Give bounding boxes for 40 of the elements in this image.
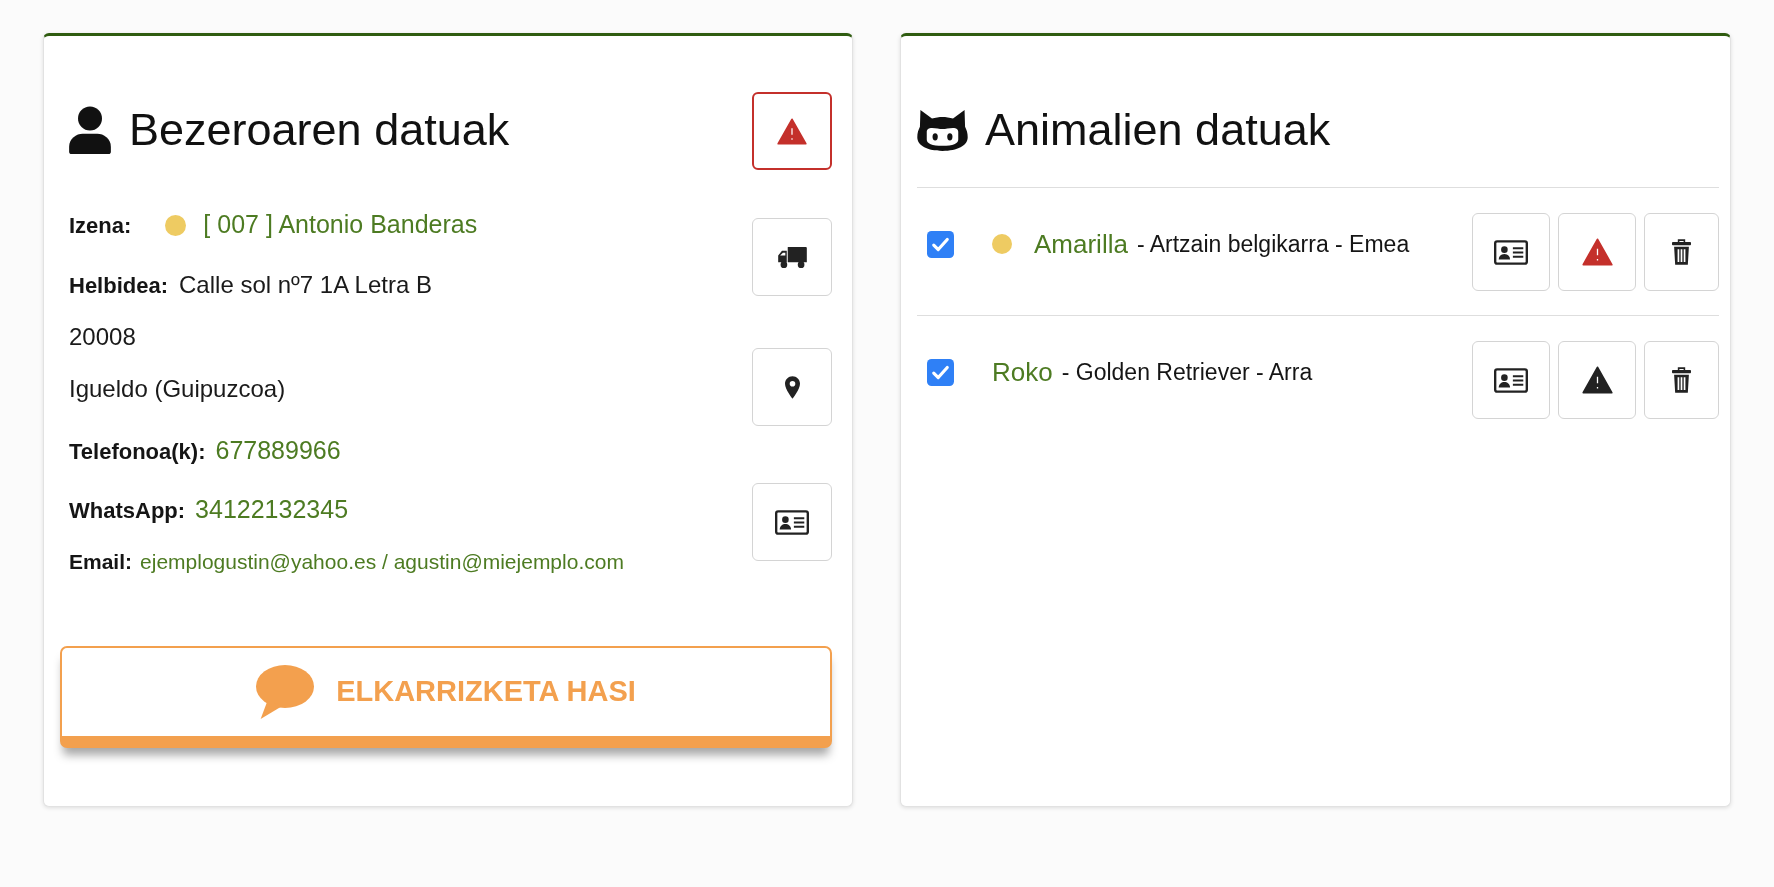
field-label: Telefonoa(k): xyxy=(69,437,206,466)
map-pin-icon xyxy=(784,375,800,399)
checkbox[interactable] xyxy=(927,358,954,386)
field-label: Izena: xyxy=(69,211,132,240)
id-card-icon xyxy=(1494,367,1528,393)
animal-details: - Golden Retriever - Arra xyxy=(1061,357,1313,387)
trash-icon xyxy=(1672,239,1691,265)
whatsapp-link[interactable]: 34122132345 xyxy=(195,491,349,529)
client-name-link[interactable]: [ 007 ] Antonio Banderas xyxy=(203,206,478,244)
card-title: Bezeroaren datuak xyxy=(129,107,510,152)
address-line: Calle sol nº7 1A Letra B xyxy=(179,270,432,300)
contact-card-button[interactable] xyxy=(752,483,832,561)
delivery-button[interactable] xyxy=(752,218,832,296)
field-label: Email: xyxy=(69,549,133,576)
address-line: 20008 xyxy=(69,322,136,352)
truck-icon xyxy=(777,246,807,268)
person-icon xyxy=(69,105,111,154)
chat-bubble-icon xyxy=(256,665,315,719)
animal-card-button[interactable] xyxy=(1472,341,1550,419)
field-label: WhatsApp: xyxy=(69,496,186,525)
delete-button[interactable] xyxy=(1644,213,1719,291)
trash-icon xyxy=(1672,367,1691,393)
animal-details: - Artzain belgikarra - Emea xyxy=(1136,229,1410,259)
phone-link[interactable]: 677889966 xyxy=(215,432,341,470)
alert-button[interactable] xyxy=(752,92,832,170)
cat-face-icon xyxy=(917,108,968,151)
animal-card-button[interactable] xyxy=(1472,213,1550,291)
field-label: Helbidea: xyxy=(69,271,169,300)
address-line: Igueldo (Guipuzcoa) xyxy=(69,374,286,404)
animal-name-link[interactable]: Roko xyxy=(992,352,1053,392)
location-button[interactable] xyxy=(752,348,832,426)
delete-button[interactable] xyxy=(1644,341,1719,419)
animal-alert-button[interactable] xyxy=(1558,341,1636,419)
id-card-icon xyxy=(775,509,809,535)
id-card-icon xyxy=(1494,239,1528,265)
warning-icon xyxy=(777,117,807,145)
checkbox[interactable] xyxy=(927,230,954,258)
email-link[interactable]: ejemplogustin@yahoo.es / agustin@miejemplo.com xyxy=(140,546,624,578)
card-title: Animalien datuak xyxy=(985,107,1331,152)
animal-name-link[interactable]: Amarilla xyxy=(1034,224,1128,264)
